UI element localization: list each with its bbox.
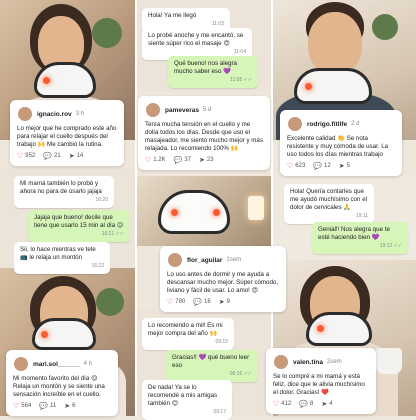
comment-card: flor_aguilar 1sem Lo uso antes de dormir … [160,246,286,312]
mug-decor [376,348,402,374]
heart-icon[interactable]: ♡ [13,403,19,410]
post-time: 3 h [75,111,85,117]
like-count: 952 [25,153,36,160]
share-icon[interactable]: ➤ [199,157,205,164]
heart-icon[interactable]: ♡ [17,153,23,160]
share-count: 6 [72,403,76,410]
share-icon[interactable]: ➤ [321,401,327,408]
comment-text: Excelente calidad 👏 Se nota resistente y… [287,135,389,158]
chat-bubble-incoming: Lo recomiendo a mil! Es mi mejor compra … [142,318,234,350]
share-count: 23 [206,157,214,164]
chat-bubble-outgoing: Gracias!! 💜 qué bueno leer eso 09:16 ✓✓ [166,350,258,382]
comment-icon[interactable]: 💬 [39,403,48,410]
like-count: 780 [175,299,186,306]
comment-icon[interactable]: 💬 [299,401,308,408]
avatar[interactable] [145,102,161,118]
heart-icon[interactable]: ♡ [145,157,151,164]
comment-text: Lo mejor que he comprado este año para r… [17,125,117,148]
avatar[interactable] [287,116,303,132]
comment-card: ignacio.rov 3 h Lo mejor que he comprado … [10,100,124,166]
comment-count: 11 [50,403,57,410]
comment-card: mari.sol______ 4 h Mi momento favorito de… [6,350,118,416]
comment-count: 21 [54,153,61,160]
comment-count: 16 [204,299,211,306]
chat-bubble-outgoing: Jajaja que bueno! decile que tiene que u… [28,210,130,242]
chat-bubble-outgoing: Qué bueno! nos alegra mucho saber eso 💜 1… [168,56,258,88]
neck-massager-image [306,312,372,346]
photo-product-center [136,176,272,246]
neck-massager-image [32,318,96,350]
username[interactable]: pameveras [165,107,199,114]
avatar[interactable] [273,354,289,370]
comment-text: Mi momento favorito del día 😌 Relaja un … [13,375,105,398]
comment-text: Se lo compré a mi mamá y está feliz, dic… [273,373,365,396]
chat-bubble-incoming: De nada! Ya se lo recomendé a mis amigas… [142,380,232,420]
post-time: 2sem [326,359,342,365]
like-count: 1.2K [153,157,166,164]
like-count: 623 [295,163,306,170]
comment-card: valen.tina 2sem Se lo compré a mi mamá y … [266,348,376,414]
share-icon[interactable]: ➤ [64,403,70,410]
username[interactable]: ignacio.rov [37,111,72,118]
post-time: 1sem [226,257,242,263]
neck-massager-image [294,68,372,104]
comment-text: Lo uso antes de dormir y me ayuda a desc… [167,271,279,294]
share-count: 9 [226,299,230,306]
like-count: 564 [21,403,32,410]
heart-icon[interactable]: ♡ [287,163,293,170]
comment-card: rodrigo.fitlife 2 d Excelente calidad 👏 S… [280,110,402,176]
neck-massager-image [34,62,96,98]
username[interactable]: valen.tina [293,359,323,366]
share-icon[interactable]: ➤ [219,299,225,306]
comment-icon[interactable]: 💬 [193,299,202,306]
username[interactable]: rodrigo.fitlife [307,121,347,128]
chat-bubble-incoming: Hola! Quería contarles que me ayudó much… [284,184,374,224]
comment-icon[interactable]: 💬 [313,163,322,170]
share-count: 14 [76,153,84,160]
comment-text: Tenía mucha tensión en el cuello y me do… [145,121,263,152]
share-count: 5 [346,163,350,170]
plant-decor [92,18,122,48]
chat-bubble-incoming: Lo probé anoche y me encantó, se siente … [142,28,252,60]
like-count: 412 [281,401,292,408]
heart-icon[interactable]: ♡ [273,401,279,408]
neck-massager-product [158,190,230,234]
comment-count: 37 [184,157,192,164]
comment-count: 12 [324,163,331,170]
comment-count: 8 [310,401,314,408]
post-time: 2 d [351,121,360,127]
heart-icon[interactable]: ♡ [167,299,173,306]
comment-icon[interactable]: 💬 [174,157,183,164]
divider [135,0,137,416]
avatar[interactable] [17,106,33,122]
username[interactable]: mari.sol______ [33,361,80,368]
post-time: 4 h [83,361,92,367]
share-icon[interactable]: ➤ [339,163,345,170]
share-count: 4 [329,401,333,408]
candle-decor [248,196,264,220]
share-icon[interactable]: ➤ [69,153,75,160]
chat-bubble-incoming: Sii, lo hace mientras ve tele 📺 le relaj… [14,242,110,274]
username[interactable]: flor_aguilar [187,257,222,264]
chat-bubble-outgoing: Genial!! Nos alegra que te esté haciendo… [312,222,408,254]
avatar[interactable] [167,252,183,268]
comment-card: pameveras 5 d Tenía mucha tensión en el c… [138,96,270,170]
post-time: 5 d [202,107,212,113]
comment-icon[interactable]: 💬 [43,153,52,160]
avatar[interactable] [13,356,29,372]
chat-bubble-incoming: Mi mamá también lo probó y ahora no para… [14,176,114,208]
